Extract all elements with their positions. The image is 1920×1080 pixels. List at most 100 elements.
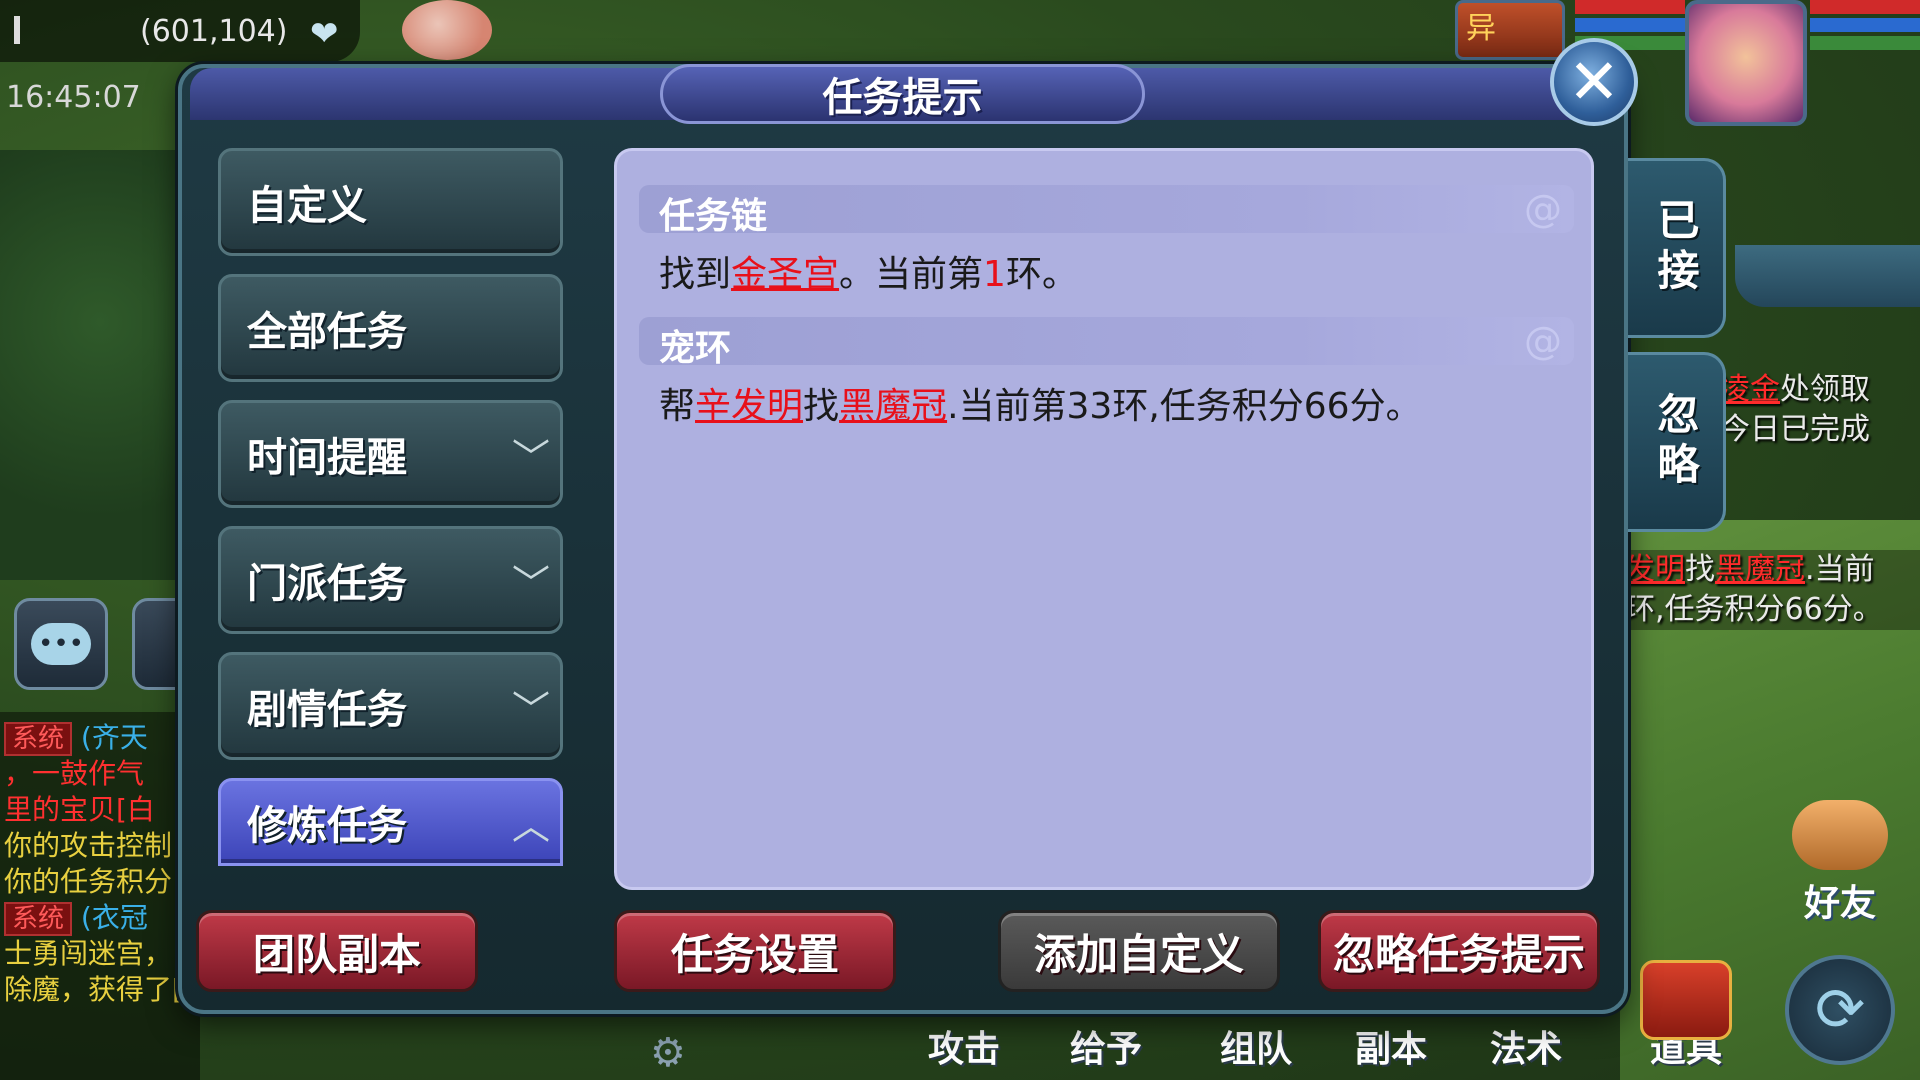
- category-sect-tasks[interactable]: 门派任务 ﹀: [218, 526, 563, 634]
- chat-text: (齐天: [80, 721, 148, 754]
- button-label: 团队副本: [252, 929, 421, 979]
- section-header: 宠环 @: [639, 317, 1574, 369]
- tab-ignored-label: 忽略: [1651, 392, 1700, 492]
- background-foliage: [0, 150, 200, 580]
- button-label: 忽略任务提示: [1332, 929, 1585, 979]
- chat-text: (衣冠: [80, 901, 148, 934]
- add-custom-button[interactable]: 添加自定义: [998, 910, 1280, 992]
- tracker-line: 发明找黑魔冠.当前: [1625, 550, 1920, 590]
- tracker-text: 处领取: [1780, 372, 1870, 407]
- heart-icon[interactable]: ❤: [310, 14, 339, 54]
- tracker-text: .当前: [1805, 552, 1875, 587]
- game-clock: 16:45:07: [6, 80, 141, 115]
- close-button[interactable]: ✕: [1550, 38, 1638, 126]
- quest-text: .当前第33环,任务积分66分。: [947, 386, 1422, 427]
- swirl-ornament-icon: @: [1524, 319, 1562, 363]
- treasure-chest-icon[interactable]: [1640, 960, 1732, 1040]
- chat-button[interactable]: •••: [14, 598, 108, 690]
- category-label: 自定义: [247, 183, 367, 229]
- category-all-tasks[interactable]: 全部任务: [218, 274, 563, 382]
- quest-tracker-entry[interactable]: 发明找黑魔冠.当前 环,任务积分66分。: [1625, 550, 1920, 630]
- tab-ignored[interactable]: 忽略: [1628, 352, 1726, 532]
- chat-line: 你的攻击控制: [4, 829, 173, 862]
- menu-attack[interactable]: 攻击: [928, 1020, 1000, 1072]
- quest-text: 帮: [659, 386, 696, 427]
- category-label: 修炼任务: [247, 803, 407, 849]
- system-tag: 系统: [4, 722, 73, 756]
- tracker-text: 找: [1685, 552, 1715, 587]
- handshake-icon: [1792, 800, 1888, 870]
- quest-entry: 帮辛发明找黑魔冠.当前第33环,任务积分66分。: [659, 377, 1422, 429]
- chat-line: ，一鼓作气: [4, 757, 145, 790]
- quest-ring-number: 1: [983, 254, 1006, 295]
- friends-button[interactable]: 好友: [1780, 800, 1900, 924]
- speech-bubble-icon: •••: [31, 623, 91, 665]
- peach-icon[interactable]: [402, 0, 492, 60]
- tracker-line: 环,任务积分66分。: [1625, 592, 1883, 627]
- chat-line: 里的宝贝[白: [4, 793, 155, 826]
- gear-icon[interactable]: ⚙: [650, 1030, 686, 1076]
- category-label: 剧情任务: [247, 687, 407, 733]
- tracker-link[interactable]: 黑魔冠: [1715, 552, 1805, 587]
- category-label: 全部任务: [247, 309, 407, 355]
- chat-line: 除魔，获得了[舍利子]作为奖励。: [4, 973, 200, 1006]
- coordinate-readout: (601,104): [140, 14, 288, 49]
- team-dungeon-button[interactable]: 团队副本: [196, 910, 478, 992]
- menu-team[interactable]: 组队: [1220, 1020, 1292, 1072]
- chevron-up-icon: ︿: [511, 803, 550, 848]
- section-title: 宠环: [659, 328, 732, 369]
- pet-hp-bar: [1575, 0, 1685, 14]
- tab-accepted-label: 已接: [1651, 198, 1700, 298]
- section-header: 任务链 @: [639, 185, 1574, 237]
- quest-tracker-header[interactable]: [1735, 245, 1920, 307]
- quest-text: 找到: [659, 254, 732, 295]
- quest-entry: 找到金圣宫。当前第1环。: [659, 245, 1078, 297]
- chat-line: 士勇闯迷宫，: [4, 937, 173, 970]
- tracker-link[interactable]: 发明: [1625, 552, 1685, 587]
- tracker-line: 今日已完成: [1720, 412, 1870, 447]
- quest-text: 找: [803, 386, 840, 427]
- category-custom[interactable]: 自定义: [218, 148, 563, 256]
- menu-spell[interactable]: 法术: [1490, 1020, 1562, 1072]
- chat-line: 你的任务积分: [4, 865, 173, 898]
- chat-line: 系统 (衣冠: [4, 900, 196, 936]
- quest-link[interactable]: 辛发明: [695, 386, 803, 427]
- category-label: 时间提醒: [247, 435, 407, 481]
- refresh-button[interactable]: ⟳: [1785, 955, 1895, 1065]
- quest-tracker-entry[interactable]: 凌金处领取 今日已完成: [1720, 370, 1920, 450]
- quest-content-panel: 任务链 @ 找到金圣宫。当前第1环。 宠环 @ 帮辛发明找黑魔冠.当前第33环,…: [614, 148, 1594, 890]
- player-mp-bar: [1810, 18, 1920, 32]
- section-title: 任务链: [659, 196, 768, 237]
- task-settings-button[interactable]: 任务设置: [614, 910, 896, 992]
- close-icon: ✕: [1568, 45, 1620, 118]
- pet-avatar[interactable]: 异: [1455, 0, 1565, 60]
- menu-give[interactable]: 给予: [1070, 1020, 1142, 1072]
- refresh-icon: ⟳: [1814, 975, 1866, 1045]
- dialog-title-plate: 任务提示: [660, 64, 1145, 124]
- category-time-reminder[interactable]: 时间提醒 ﹀: [218, 400, 563, 508]
- player-status-bars: [1810, 0, 1920, 70]
- tracker-link[interactable]: 凌金: [1720, 372, 1780, 407]
- chat-log[interactable]: 系统 (齐天 ，一鼓作气 里的宝贝[白 你的攻击控制 你的任务积分 系统 (衣冠…: [0, 712, 200, 1080]
- player-avatar[interactable]: [1685, 0, 1807, 126]
- menu-dungeon[interactable]: 副本: [1355, 1020, 1427, 1072]
- system-tag: 系统: [4, 902, 73, 936]
- pet-mp-bar: [1575, 18, 1685, 32]
- chevron-down-icon: ﹀: [511, 687, 550, 732]
- tracker-line: 凌金处领取: [1720, 370, 1920, 410]
- chevron-down-icon: ﹀: [511, 435, 550, 480]
- map-pin-icon: [14, 16, 20, 44]
- tab-accepted[interactable]: 已接: [1628, 158, 1726, 338]
- quest-link[interactable]: 金圣宫: [731, 254, 839, 295]
- chat-line: 系统 (齐天: [4, 720, 196, 756]
- dialog-title: 任务提示: [822, 75, 983, 121]
- swirl-ornament-icon: @: [1524, 187, 1562, 231]
- pet-badge: 异: [1466, 11, 1496, 46]
- category-cultivation-tasks[interactable]: 修炼任务 ︿: [218, 778, 563, 866]
- quest-link[interactable]: 黑魔冠: [839, 386, 947, 427]
- friends-label: 好友: [1803, 883, 1876, 924]
- player-sp-bar: [1810, 36, 1920, 50]
- category-story-tasks[interactable]: 剧情任务 ﹀: [218, 652, 563, 760]
- ignore-hints-button[interactable]: 忽略任务提示: [1318, 910, 1600, 992]
- chevron-down-icon: ﹀: [511, 561, 550, 606]
